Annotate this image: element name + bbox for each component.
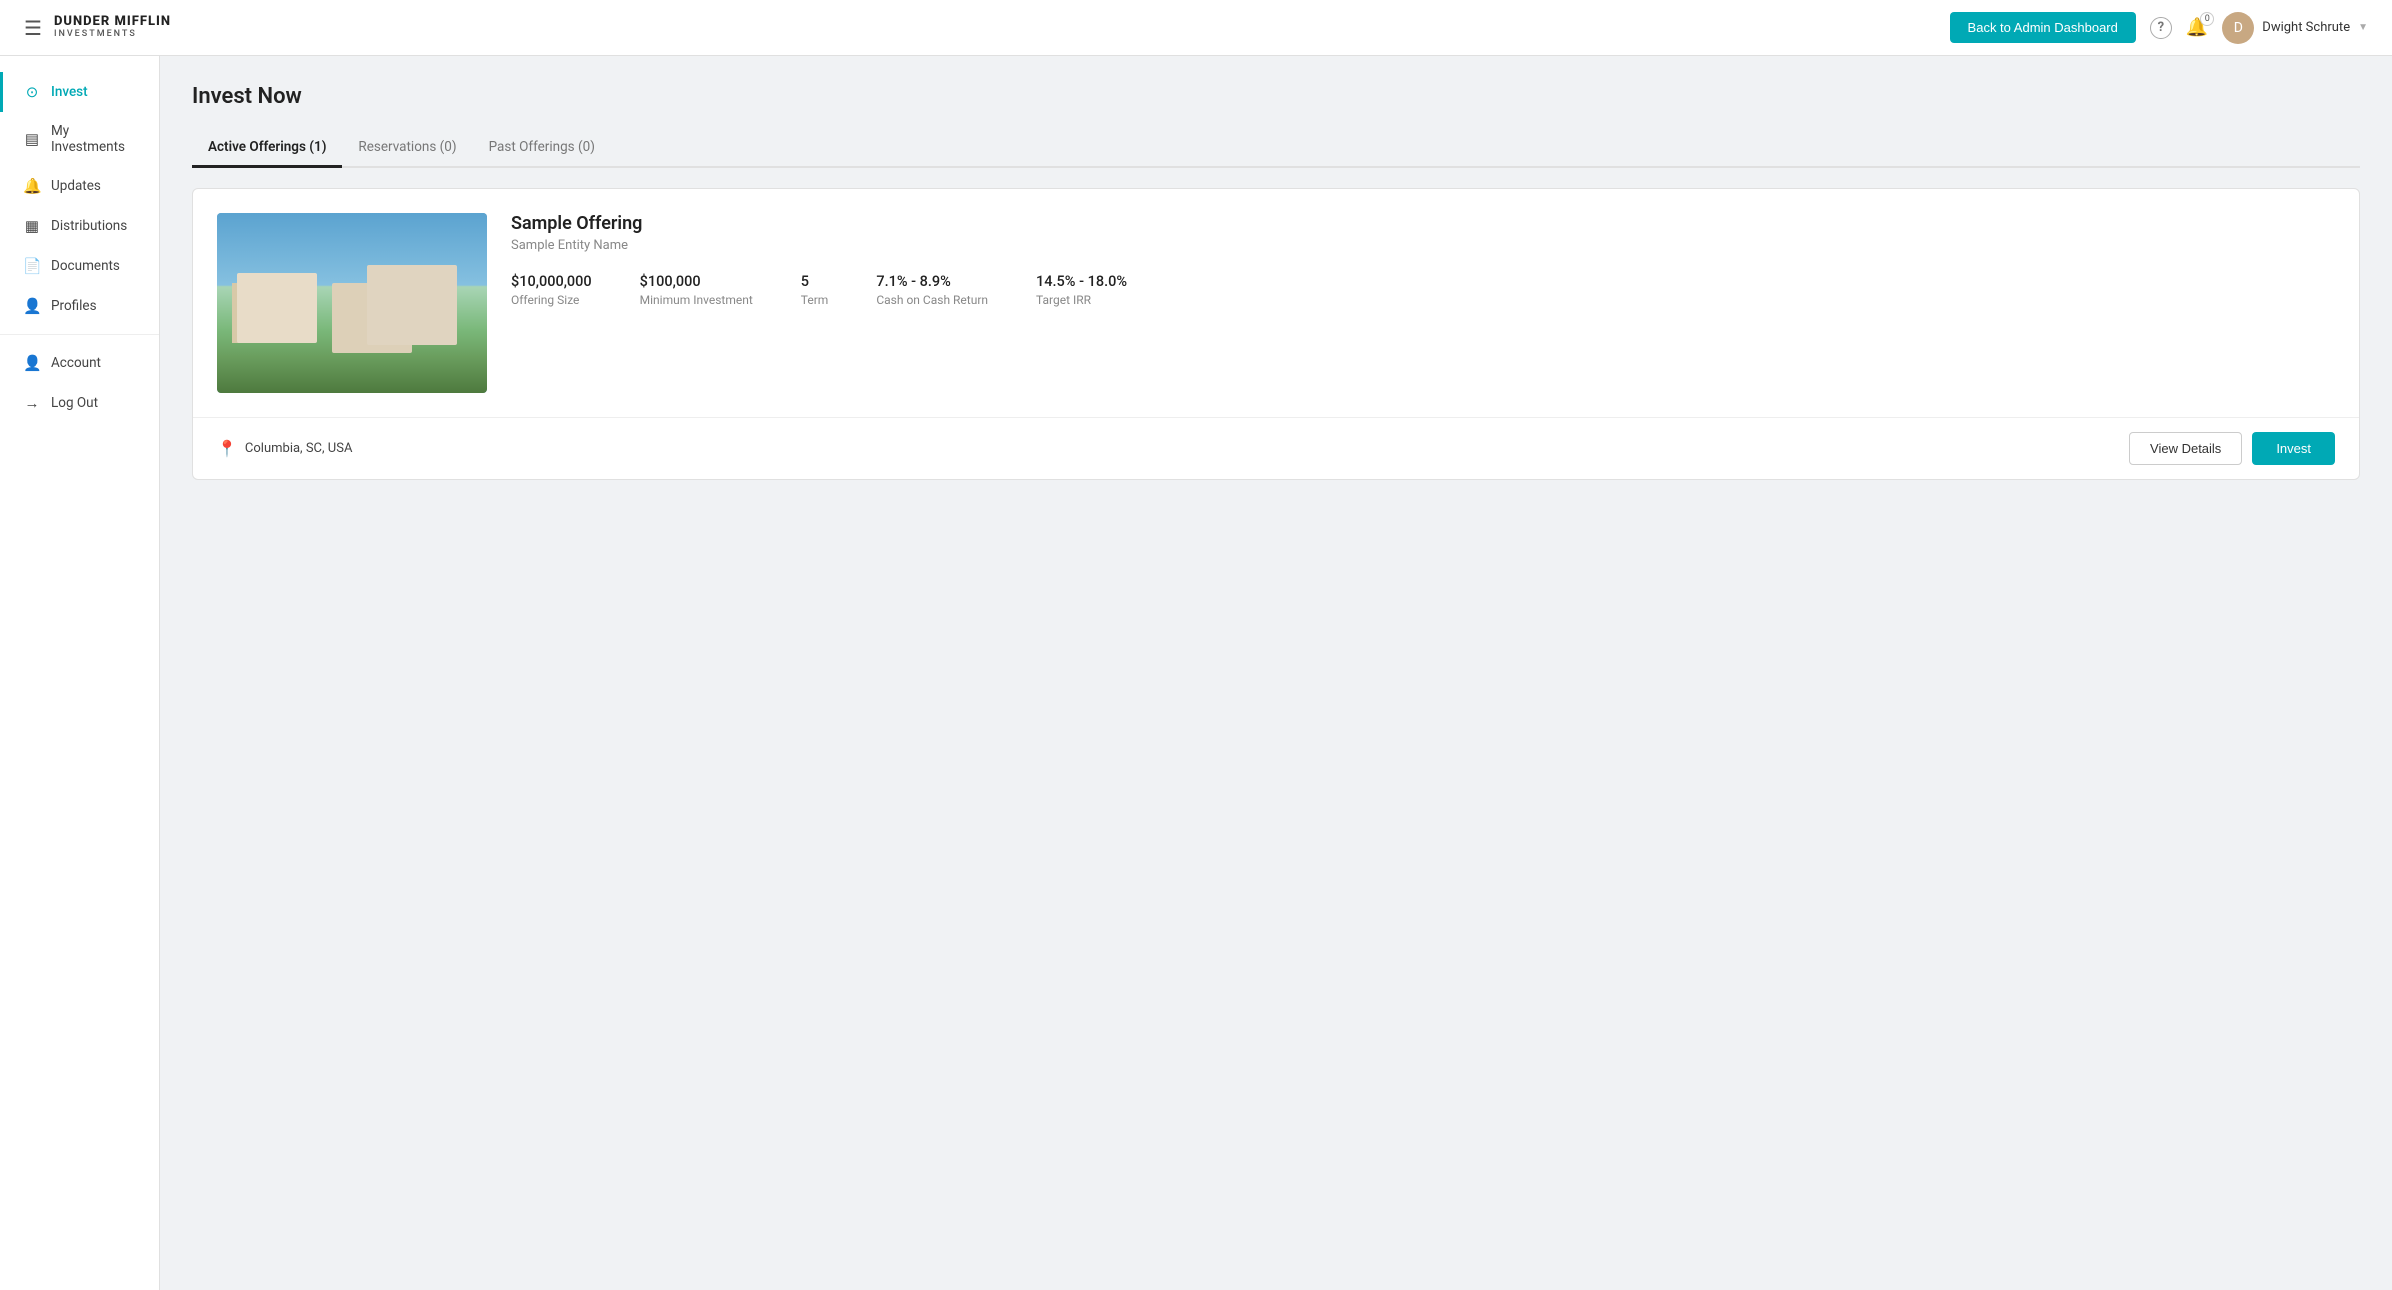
stat-target-irr-value: 14.5% - 18.0%	[1036, 273, 1127, 290]
sidebar-item-profiles[interactable]: 👤 Profiles	[0, 286, 159, 326]
tab-active-offerings[interactable]: Active Offerings (1)	[192, 129, 342, 168]
sidebar-label-invest: Invest	[51, 84, 88, 100]
help-icon[interactable]: ?	[2150, 17, 2172, 39]
tab-past-offerings[interactable]: Past Offerings (0)	[473, 129, 611, 168]
sidebar-item-my-investments[interactable]: ▤ My Investments	[0, 112, 159, 166]
stat-term: 5 Term	[801, 273, 829, 307]
stat-minimum-investment: $100,000 Minimum Investment	[640, 273, 753, 307]
notification-badge: 0	[2200, 12, 2214, 26]
profiles-icon: 👤	[23, 297, 41, 315]
stat-target-irr-label: Target IRR	[1036, 293, 1127, 307]
sidebar-label-distributions: Distributions	[51, 218, 127, 234]
tabs: Active Offerings (1) Reservations (0) Pa…	[192, 129, 2360, 168]
stat-offering-size-value: $10,000,000	[511, 273, 592, 290]
sidebar-label-my-investments: My Investments	[51, 123, 139, 155]
offering-title: Sample Offering	[511, 213, 2335, 234]
page-title: Invest Now	[192, 84, 2360, 109]
invest-icon: ⊙	[23, 83, 41, 101]
logo: DUNDER MIFFLIN INVESTMENTS	[54, 15, 171, 39]
sidebar-label-logout: Log Out	[51, 395, 98, 411]
main-content: Invest Now Active Offerings (1) Reservat…	[160, 56, 2392, 1290]
stat-offering-size: $10,000,000 Offering Size	[511, 273, 592, 307]
hamburger-icon[interactable]: ☰	[24, 18, 42, 38]
account-icon: 👤	[23, 354, 41, 372]
stat-cash-on-cash: 7.1% - 8.9% Cash on Cash Return	[876, 273, 988, 307]
offering-card: Sample Offering Sample Entity Name $10,0…	[192, 188, 2360, 480]
distributions-icon: ▦	[23, 217, 41, 235]
offering-image-inner	[217, 213, 487, 393]
sidebar: ⊙ Invest ▤ My Investments 🔔 Updates ▦ Di…	[0, 56, 160, 1290]
my-investments-icon: ▤	[23, 130, 41, 148]
logout-icon: →	[23, 394, 41, 412]
stat-cash-on-cash-value: 7.1% - 8.9%	[876, 273, 988, 290]
logo-title: DUNDER MIFFLIN	[54, 15, 171, 29]
stat-target-irr: 14.5% - 18.0% Target IRR	[1036, 273, 1127, 307]
header: ☰ DUNDER MIFFLIN INVESTMENTS Back to Adm…	[0, 0, 2392, 56]
sidebar-divider	[0, 334, 159, 335]
stat-term-value: 5	[801, 273, 829, 290]
offering-image	[217, 213, 487, 393]
user-caret-icon: ▼	[2358, 22, 2368, 33]
sidebar-item-logout[interactable]: → Log Out	[0, 383, 159, 423]
offering-footer: 📍 Columbia, SC, USA View Details Invest	[193, 417, 2359, 479]
location-icon: 📍	[217, 439, 237, 458]
offering-info: Sample Offering Sample Entity Name $10,0…	[511, 213, 2335, 393]
sidebar-item-invest[interactable]: ⊙ Invest	[0, 72, 159, 112]
sidebar-label-profiles: Profiles	[51, 298, 97, 314]
sidebar-item-distributions[interactable]: ▦ Distributions	[0, 206, 159, 246]
logo-subtitle: INVESTMENTS	[54, 30, 171, 40]
tab-reservations[interactable]: Reservations (0)	[342, 129, 472, 168]
footer-actions: View Details Invest	[2129, 432, 2335, 465]
invest-button[interactable]: Invest	[2252, 432, 2335, 465]
location-text: Columbia, SC, USA	[245, 441, 353, 456]
stat-offering-size-label: Offering Size	[511, 293, 592, 307]
avatar: D	[2222, 12, 2254, 44]
sidebar-item-account[interactable]: 👤 Account	[0, 343, 159, 383]
notification-wrap[interactable]: 🔔 0	[2186, 17, 2208, 38]
stat-minimum-investment-value: $100,000	[640, 273, 753, 290]
offering-main: Sample Offering Sample Entity Name $10,0…	[193, 189, 2359, 417]
stat-cash-on-cash-label: Cash on Cash Return	[876, 293, 988, 307]
stat-minimum-investment-label: Minimum Investment	[640, 293, 753, 307]
back-to-admin-button[interactable]: Back to Admin Dashboard	[1950, 12, 2136, 43]
sidebar-label-documents: Documents	[51, 258, 120, 274]
stat-term-label: Term	[801, 293, 829, 307]
user-name: Dwight Schrute	[2262, 20, 2350, 35]
sidebar-item-updates[interactable]: 🔔 Updates	[0, 166, 159, 206]
offering-entity: Sample Entity Name	[511, 238, 2335, 253]
offering-stats: $10,000,000 Offering Size $100,000 Minim…	[511, 273, 2335, 307]
view-details-button[interactable]: View Details	[2129, 432, 2242, 465]
user-menu[interactable]: D Dwight Schrute ▼	[2222, 12, 2368, 44]
documents-icon: 📄	[23, 257, 41, 275]
sidebar-item-documents[interactable]: 📄 Documents	[0, 246, 159, 286]
header-left: ☰ DUNDER MIFFLIN INVESTMENTS	[24, 15, 171, 39]
sidebar-label-updates: Updates	[51, 178, 101, 194]
location-wrap: 📍 Columbia, SC, USA	[217, 439, 352, 458]
sidebar-label-account: Account	[51, 355, 101, 371]
app-body: ⊙ Invest ▤ My Investments 🔔 Updates ▦ Di…	[0, 56, 2392, 1290]
updates-icon: 🔔	[23, 177, 41, 195]
header-right: Back to Admin Dashboard ? 🔔 0 D Dwight S…	[1950, 12, 2368, 44]
